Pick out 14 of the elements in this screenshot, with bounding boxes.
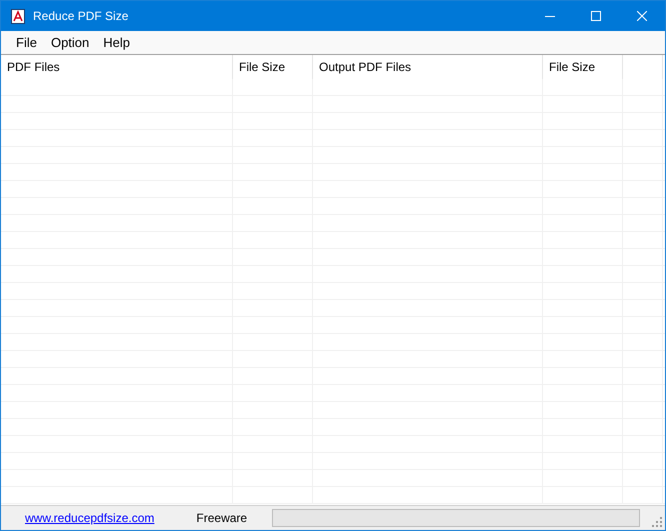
close-icon: [637, 11, 647, 21]
menu-item[interactable]: Help: [96, 32, 138, 52]
website-link[interactable]: www.reducepdfsize.com: [25, 509, 154, 527]
pdf-icon: [11, 8, 25, 24]
resize-grip-icon: [652, 517, 662, 527]
license-label: Freeware: [196, 510, 248, 527]
column-header[interactable]: File Size: [543, 55, 623, 79]
column-header[interactable]: Output PDF Files: [313, 55, 543, 79]
menu-item[interactable]: Option: [44, 32, 96, 52]
column-header[interactable]: PDF Files: [1, 55, 233, 79]
menu-item[interactable]: File: [9, 32, 44, 52]
column-header[interactable]: File Size: [233, 55, 313, 79]
maximize-icon: [591, 11, 601, 21]
window-title: Reduce PDF Size: [33, 8, 128, 25]
